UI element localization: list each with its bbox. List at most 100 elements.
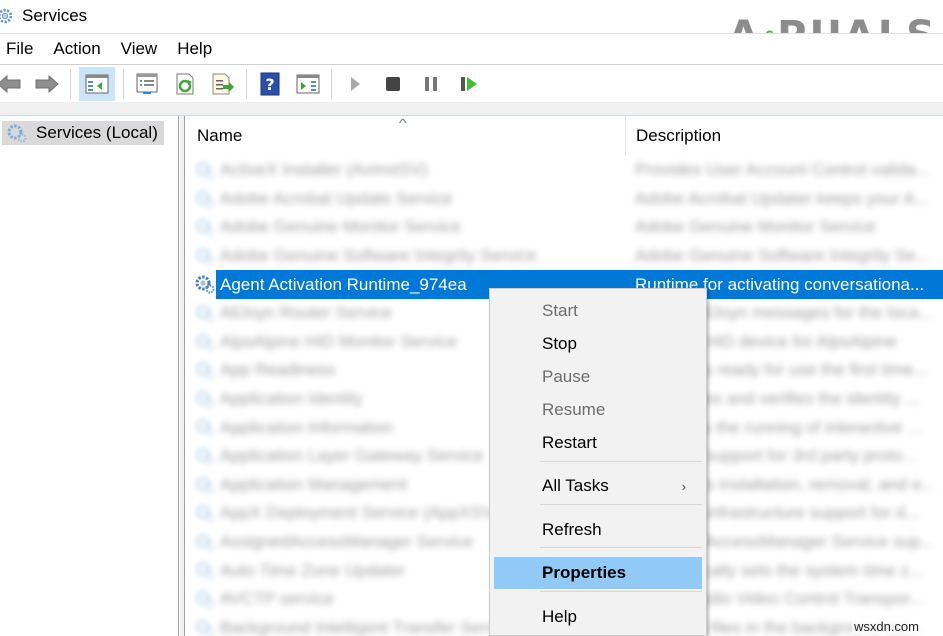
context-menu-item-pause[interactable]: Pause: [494, 361, 702, 393]
context-menu-item-properties[interactable]: Properties: [494, 557, 702, 589]
context-menu-item-label: All Tasks: [542, 476, 609, 495]
context-menu-item-label: Refresh: [542, 520, 602, 539]
export-list-icon: [212, 73, 234, 95]
service-name: Adobe Acrobat Update Service: [220, 188, 453, 208]
service-name: Adobe Genuine Software Integrity Service: [220, 246, 537, 266]
context-menu-item-refresh[interactable]: Refresh: [494, 514, 702, 546]
tree-node-label: Services (Local): [36, 123, 158, 142]
service-name: Application Identity: [220, 389, 363, 409]
stop-service-button[interactable]: [378, 69, 408, 99]
service-description: Adobe Genuine Software Integrity Se...: [635, 246, 930, 266]
context-menu-item-label: Help: [542, 607, 577, 626]
forward-button[interactable]: [32, 69, 62, 99]
gear-icon: [7, 124, 27, 143]
restart-service-button[interactable]: [454, 69, 484, 99]
menu-view[interactable]: View: [115, 39, 164, 59]
pause-icon: [425, 77, 437, 91]
tree-node-services-local[interactable]: Services (Local): [2, 121, 164, 145]
context-menu-item-label: Restart: [542, 433, 597, 452]
service-name: AVCTP service: [220, 589, 334, 609]
submenu-chevron-icon: ›: [681, 478, 686, 494]
menu-file[interactable]: File: [0, 39, 39, 59]
service-name: Adobe Genuine Monitor Service: [220, 217, 461, 237]
help-button[interactable]: ?: [255, 69, 285, 99]
service-name: Agent Activation Runtime_974ea: [220, 274, 467, 294]
service-description: Provides User Account Control valida...: [635, 160, 930, 180]
context-menu-item-stop[interactable]: Stop: [494, 328, 702, 360]
context-menu-item-label: Properties: [542, 563, 627, 582]
toolbar-separator: [70, 69, 71, 99]
refresh-icon: [176, 73, 194, 95]
column-header-name-label: Name: [197, 126, 243, 145]
watermark: wsxdn.com: [851, 619, 921, 634]
service-gear-icon: [195, 390, 215, 409]
column-header-description[interactable]: Description: [625, 116, 943, 156]
menu-bar: File Action View Help: [0, 33, 943, 65]
menu-help[interactable]: Help: [171, 39, 218, 59]
gear-icon: [0, 8, 13, 24]
start-service-button[interactable]: [340, 69, 370, 99]
service-name: Application Layer Gateway Service: [220, 446, 484, 466]
forward-arrow-icon: [35, 74, 59, 94]
service-gear-icon: [195, 533, 215, 552]
service-gear-icon: [195, 333, 215, 352]
console-tree-button[interactable]: [79, 67, 115, 101]
stop-icon: [386, 77, 400, 91]
service-gear-icon: [195, 304, 215, 323]
service-gear-icon: [195, 619, 215, 636]
toolbar-separator: [246, 69, 247, 99]
refresh-button[interactable]: [170, 69, 200, 99]
service-row[interactable]: Adobe Acrobat Update Service Adobe Acroba…: [186, 185, 943, 214]
console-tree-pane: Services (Local): [0, 116, 179, 636]
window-title: Services: [22, 6, 88, 25]
action-pane-button[interactable]: [293, 69, 323, 99]
svg-text:?: ?: [265, 75, 274, 94]
sort-ascending-icon: ^: [398, 116, 407, 130]
export-list-button[interactable]: [208, 69, 238, 99]
service-row[interactable]: Adobe Genuine Software Integrity Service…: [186, 242, 943, 271]
context-menu: Start Stop Pause Resume Restart All Tasks › Ref…: [489, 288, 707, 636]
service-name: Auto Time Zone Updater: [220, 560, 406, 580]
service-name: Application Management: [220, 474, 408, 494]
service-name: App Readiness: [220, 360, 336, 380]
service-name: AlpsAlpine HID Monitor Service: [220, 331, 458, 351]
service-gear-icon: [195, 361, 215, 380]
back-arrow-icon: [0, 74, 21, 94]
service-gear-icon: [195, 561, 215, 580]
menu-action[interactable]: Action: [47, 39, 106, 59]
context-menu-item-resume[interactable]: Resume: [494, 394, 702, 426]
service-gear-icon: [195, 590, 215, 609]
context-menu-item-restart[interactable]: Restart: [494, 427, 702, 459]
service-gear-icon: [195, 218, 215, 237]
service-gear-icon: [195, 247, 215, 266]
service-row[interactable]: ActiveX Installer (AxInstSV) Provides Use…: [186, 156, 943, 185]
context-menu-item-all-tasks[interactable]: All Tasks ›: [494, 470, 702, 502]
toolbar-bottom-strip: [0, 102, 943, 116]
service-row[interactable]: Adobe Genuine Monitor Service Adobe Genui…: [186, 213, 943, 242]
back-button[interactable]: [0, 69, 24, 99]
play-icon: [351, 77, 360, 91]
context-menu-item-label: Start: [542, 301, 578, 320]
service-gear-icon: [195, 161, 215, 180]
context-menu-item-label: Resume: [542, 400, 606, 419]
service-gear-icon: [195, 275, 215, 294]
context-menu-item-label: Pause: [542, 367, 591, 386]
service-gear-icon: [195, 447, 215, 466]
toolbar-separator: [331, 69, 332, 99]
context-menu-item-start[interactable]: Start: [494, 295, 702, 327]
pause-service-button[interactable]: [416, 69, 446, 99]
service-name: Background Intelligent Transfer Service: [220, 617, 517, 636]
service-description: Adobe Acrobat Updater keeps your A...: [635, 188, 929, 208]
console-tree-icon: [85, 74, 109, 94]
context-menu-separator: [540, 547, 702, 548]
context-menu-item-label: Stop: [542, 334, 577, 353]
service-gear-icon: [195, 476, 215, 495]
pane-splitter[interactable]: [180, 116, 185, 636]
toolbar: ?: [0, 66, 943, 102]
action-pane-icon: [296, 74, 320, 94]
properties-button[interactable]: [132, 69, 162, 99]
column-header-description-label: Description: [636, 126, 722, 145]
context-menu-separator: [540, 504, 702, 505]
service-name: AllJoyn Router Service: [220, 303, 392, 323]
context-menu-item-help[interactable]: Help: [494, 601, 702, 633]
